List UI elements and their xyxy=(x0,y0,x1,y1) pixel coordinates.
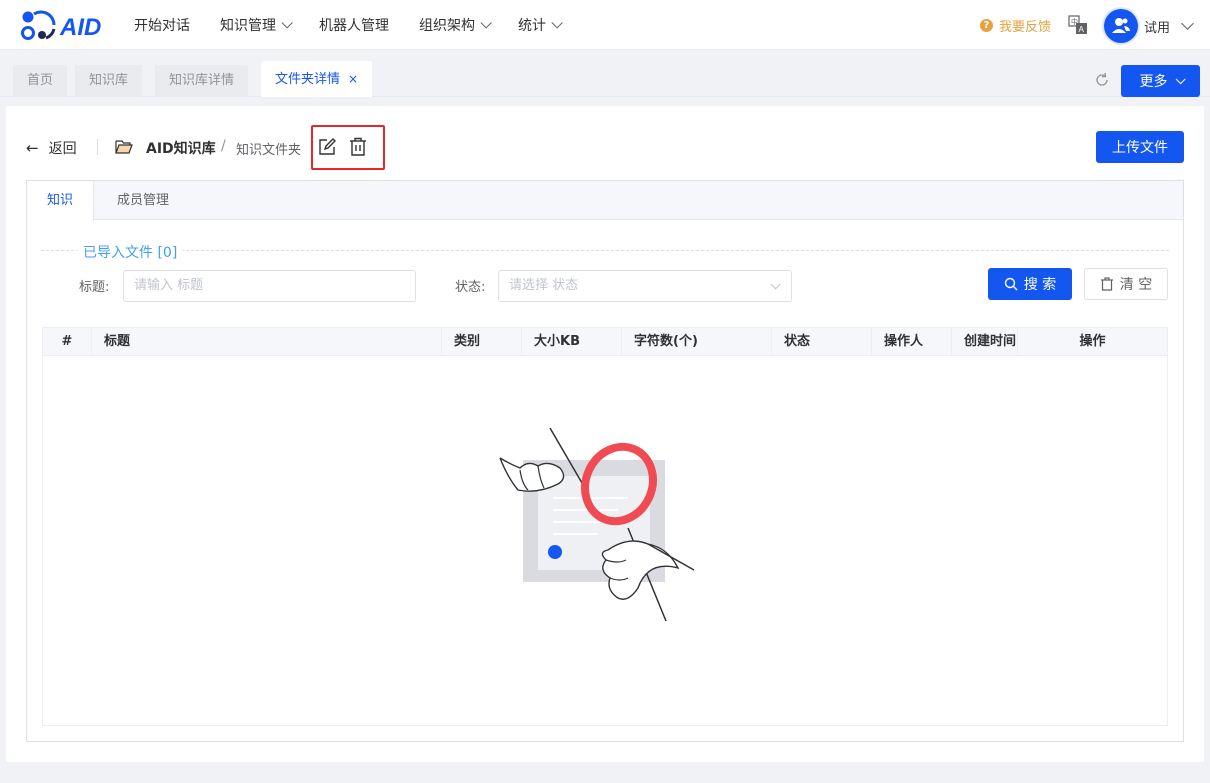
nav-item-org[interactable]: 组织架构 xyxy=(419,15,492,35)
col-title: 标题 xyxy=(92,328,442,356)
chevron-down-icon xyxy=(281,17,293,29)
search-icon xyxy=(1004,277,1018,291)
tab-folder-detail[interactable]: 文件夹详情 × xyxy=(261,61,373,97)
avatar[interactable] xyxy=(1104,9,1138,43)
user-icon xyxy=(1112,18,1130,33)
search-label: 搜 索 xyxy=(1023,277,1057,293)
translate-icon[interactable]: 中 A xyxy=(1068,15,1088,35)
back-button[interactable]: ← 返回 xyxy=(26,138,77,158)
breadcrumb-separator: / xyxy=(221,138,226,154)
top-navbar: AID 开始对话 知识管理 机器人管理 组织架构 统计 ? 我要反馈 中 A 试… xyxy=(0,0,1210,50)
title-label: 标题: xyxy=(79,280,110,295)
svg-text:A: A xyxy=(1079,25,1085,34)
tab-kb-detail[interactable]: 知识库详情 xyxy=(155,65,249,97)
trash-icon[interactable] xyxy=(349,137,367,156)
chevron-down-icon xyxy=(480,17,492,29)
col-operator: 操作人 xyxy=(872,328,952,356)
content-panel: 知识 成员管理 已导入文件 [0] 标题: 请输入 标题 状态: 请选择 状态 … xyxy=(26,180,1184,742)
refresh-icon[interactable] xyxy=(1094,72,1110,88)
chevron-down-icon xyxy=(1175,73,1186,84)
tab-knowledge[interactable]: 知识 xyxy=(27,181,95,221)
tab-members[interactable]: 成员管理 xyxy=(97,181,189,221)
nav-item-start-chat[interactable]: 开始对话 xyxy=(134,15,190,35)
nav-item-knowledge[interactable]: 知识管理 xyxy=(220,15,293,35)
more-button[interactable]: 更多 xyxy=(1121,65,1200,97)
table-header: # 标题 类别 大小KB 字符数(个) 状态 操作人 创建时间 操作 xyxy=(43,328,1167,356)
col-category: 类别 xyxy=(442,328,522,356)
main-nav: 开始对话 知识管理 机器人管理 组织架构 统计 xyxy=(134,0,589,50)
status-label: 状态: xyxy=(455,280,486,295)
main-content: ← 返回 AID知识库 / 知识文件夹 上传文件 知识 成员管理 已导入文件 [… xyxy=(6,106,1204,762)
divider xyxy=(97,139,98,155)
col-created: 创建时间 xyxy=(952,328,1018,356)
inner-tabs: 知识 成员管理 xyxy=(27,181,1183,221)
user-name[interactable]: 试用 xyxy=(1144,17,1170,36)
status-placeholder: 请选择 状态 xyxy=(509,278,579,293)
question-icon: ? xyxy=(980,19,993,32)
clear-label: 清 空 xyxy=(1119,277,1153,293)
nav-item-robot[interactable]: 机器人管理 xyxy=(319,15,389,35)
arrow-left-icon: ← xyxy=(26,139,39,157)
files-table: # 标题 类别 大小KB 字符数(个) 状态 操作人 创建时间 操作 xyxy=(42,327,1168,726)
breadcrumb-folder: 知识文件夹 xyxy=(236,143,302,158)
trash-icon xyxy=(1100,277,1113,291)
close-icon[interactable]: × xyxy=(348,72,358,86)
col-chars: 字符数(个) xyxy=(622,328,772,356)
svg-text:AID: AID xyxy=(59,14,101,41)
title-placeholder: 请输入 标题 xyxy=(134,278,204,293)
tab-knowledge-base[interactable]: 知识库 xyxy=(75,65,143,97)
col-size: 大小KB xyxy=(522,328,622,356)
tab-home[interactable]: 首页 xyxy=(13,65,68,97)
feedback-label: 我要反馈 xyxy=(999,20,1052,35)
col-status: 状态 xyxy=(772,328,872,356)
title-input[interactable]: 请输入 标题 xyxy=(123,270,416,302)
status-select[interactable]: 请选择 状态 xyxy=(498,270,792,302)
page-tabs-bar: 首页 知识库 知识库详情 文件夹详情 × xyxy=(0,51,1210,97)
edit-icon[interactable] xyxy=(318,138,336,156)
breadcrumb-kb[interactable]: AID知识库 xyxy=(146,138,216,158)
nav-item-stats[interactable]: 统计 xyxy=(518,15,563,35)
section-divider xyxy=(41,250,1169,251)
upload-file-button[interactable]: 上传文件 xyxy=(1096,131,1184,163)
chevron-down-icon xyxy=(770,279,781,290)
clear-button[interactable]: 清 空 xyxy=(1084,268,1168,300)
empty-state-illustration xyxy=(499,428,695,622)
back-label: 返回 xyxy=(48,141,77,157)
col-actions: 操作 xyxy=(1079,334,1106,349)
chevron-down-icon[interactable] xyxy=(1181,17,1194,30)
section-title: 已导入文件 [0] xyxy=(77,242,184,262)
chevron-down-icon xyxy=(551,17,563,29)
feedback-link[interactable]: ? 我要反馈 xyxy=(980,16,1051,35)
folder-open-icon xyxy=(115,140,133,154)
search-button[interactable]: 搜 索 xyxy=(988,268,1072,300)
aid-logo[interactable]: AID xyxy=(20,8,112,42)
col-index: # xyxy=(43,328,92,356)
